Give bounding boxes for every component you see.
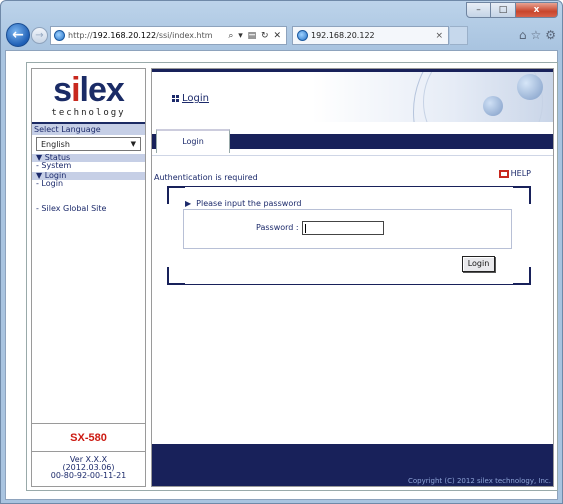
browser-tab[interactable]: 192.168.20.122 × — [292, 26, 449, 45]
sidebar: silex technology Select Language English… — [31, 68, 146, 487]
address-url[interactable]: http://192.168.20.122/ssi/index.htm — [68, 31, 213, 40]
global-site-link[interactable]: - Silex Global Site — [32, 204, 145, 213]
language-heading: Select Language — [32, 124, 145, 135]
back-arrow-icon: ← — [12, 27, 24, 43]
forward-button[interactable]: → — [31, 27, 48, 44]
tab-divider — [152, 155, 553, 156]
favorites-star-icon[interactable]: ☆ — [530, 28, 541, 42]
login-button[interactable]: Login — [462, 256, 495, 272]
address-bar[interactable]: http://192.168.20.122/ssi/index.htm ⌕ ▾ … — [50, 26, 287, 45]
logo-brand: silex — [53, 71, 125, 109]
new-tab-button[interactable] — [450, 26, 468, 45]
language-select[interactable]: English ▼ — [36, 137, 141, 151]
close-window-button[interactable]: x — [516, 2, 558, 18]
page-viewport: silex technology Select Language English… — [5, 50, 558, 500]
chevron-down-icon: ▼ — [130, 140, 136, 148]
login-panel: ▶ Please input the password Password : Lo… — [167, 186, 531, 285]
copyright-text: Copyright (C) 2012 silex technology, Inc… — [407, 477, 551, 485]
language-selected-value: English — [41, 139, 70, 149]
page-header: Login — [152, 69, 553, 122]
tab-page-icon — [297, 30, 308, 41]
minimize-button[interactable]: – — [466, 2, 491, 18]
password-input[interactable] — [302, 221, 384, 235]
auth-message: Authentication is required — [154, 173, 258, 182]
silex-logo: silex technology — [32, 69, 145, 124]
tab-close-icon[interactable]: × — [435, 31, 443, 41]
maximize-button[interactable]: □ — [491, 2, 516, 18]
menu-item-system[interactable]: - System — [32, 162, 145, 170]
model-name: SX-580 — [32, 423, 145, 451]
help-link[interactable]: HELP — [498, 169, 531, 178]
browser-window: – □ x ← → http://192.168.20.122/ssi/inde… — [0, 0, 563, 504]
forward-arrow-icon: → — [35, 30, 44, 41]
password-prompt: ▶ Please input the password — [185, 199, 302, 208]
help-label: HELP — [510, 169, 531, 178]
page-title: Login — [172, 93, 209, 104]
tab-login[interactable]: Login — [156, 129, 230, 153]
footer-bar: Copyright (C) 2012 silex technology, Inc… — [152, 444, 553, 486]
header-decoration-sphere — [517, 74, 543, 100]
browser-tools: ⌂ ☆ ⚙ — [519, 28, 556, 42]
header-decoration-sphere — [483, 96, 503, 116]
triangle-bullet-icon: ▶ — [185, 199, 192, 208]
password-box: Password : — [183, 209, 512, 249]
device-web-ui: silex technology Select Language English… — [26, 62, 558, 491]
settings-gear-icon[interactable]: ⚙ — [545, 28, 556, 42]
navigation-bar: ← → http://192.168.20.122/ssi/index.htm … — [5, 23, 558, 47]
home-icon[interactable]: ⌂ — [519, 28, 527, 42]
main-content: Login Login Authentication is required H… — [151, 68, 554, 487]
logo-subtitle: technology — [51, 108, 126, 118]
page-title-text: Login — [182, 93, 209, 104]
version-info: Ver X.X.X (2012.03.06) 00-80-92-00-11-21 — [32, 451, 145, 480]
password-label: Password : — [256, 223, 299, 232]
menu-item-login[interactable]: - Login — [32, 180, 145, 188]
window-controls: – □ x — [466, 2, 558, 18]
address-actions-icon[interactable]: ⌕ ▾ ▤ ↻ ✕ — [228, 31, 286, 41]
ie-page-icon — [54, 30, 65, 41]
tab-title: 192.168.20.122 — [311, 31, 375, 40]
mac-address: 00-80-92-00-11-21 — [50, 471, 127, 480]
grid-bullet-icon — [172, 95, 179, 102]
back-button[interactable]: ← — [6, 23, 30, 47]
help-book-icon — [498, 169, 509, 178]
